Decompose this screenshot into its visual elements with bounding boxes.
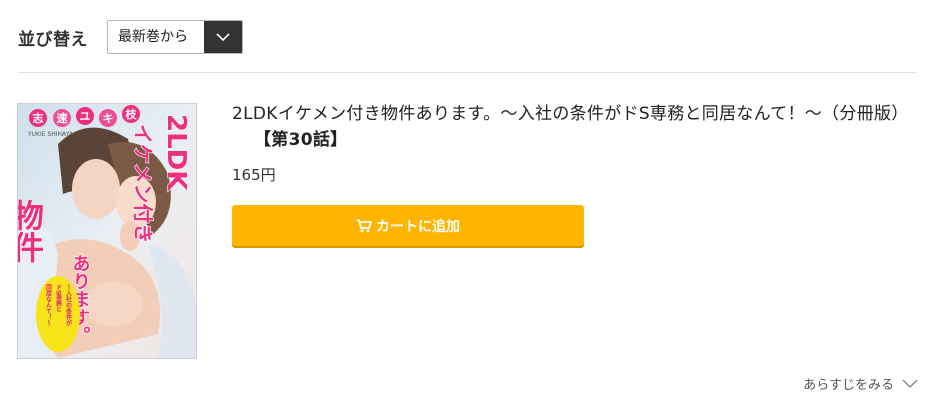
book-title[interactable]: 2LDKイケメン付き物件あります。～入社の条件がドS専務と同居なんて！～（分冊版… (232, 101, 912, 153)
cover-author-char: 枝 (125, 107, 138, 121)
sort-select[interactable]: 最新巻から (107, 20, 243, 54)
cover-author-char: 志 (33, 111, 44, 125)
cover-author-char: キ (103, 112, 114, 125)
add-to-cart-label: カートに追加 (376, 218, 460, 235)
book-cover[interactable]: 志 速 ユ キ 枝 YUKIE SHIHAYA 2LDK イケメン付き 物件 あ… (17, 103, 197, 359)
synopsis-toggle[interactable]: あらすじをみる (803, 374, 918, 393)
chevron-down-icon (216, 33, 230, 41)
cover-title-line: イケメン付き (131, 124, 155, 243)
chevron-down-icon (902, 379, 918, 388)
cover-bubble-line: 同居なんて！～ (45, 283, 52, 326)
cover-title-line: 2LDK (161, 114, 191, 191)
sort-selected-value[interactable]: 最新巻から (108, 21, 204, 53)
cover-author-char: 速 (57, 111, 68, 125)
add-to-cart-button[interactable]: カートに追加 (232, 205, 584, 246)
divider (18, 72, 917, 73)
sort-label: 並び替え (18, 29, 88, 50)
book-title-text[interactable]: 2LDKイケメン付き物件あります。～入社の条件がドS専務と同居なんて！～（分冊版… (232, 104, 909, 124)
cover-author-char: ユ (80, 110, 91, 123)
book-volume[interactable]: 【第30話】 (254, 130, 347, 150)
cover-bubble-line: ドS専務と (55, 284, 62, 314)
cover-illustration: 志 速 ユ キ 枝 YUKIE SHIHAYA 2LDK イケメン付き 物件 あ… (18, 104, 196, 358)
cover-title-line: 物件 (18, 199, 45, 263)
sort-dropdown-toggle[interactable] (204, 21, 242, 53)
cover-bubble-line: ～入社の条件が (65, 283, 73, 327)
book-price: 165円 (232, 166, 276, 184)
cart-icon (356, 218, 372, 232)
cover-author-roman: YUKIE SHIHAYA (27, 131, 74, 138)
sort-bar: 並び替え 最新巻から (18, 20, 243, 54)
synopsis-label[interactable]: あらすじをみる (803, 374, 894, 393)
